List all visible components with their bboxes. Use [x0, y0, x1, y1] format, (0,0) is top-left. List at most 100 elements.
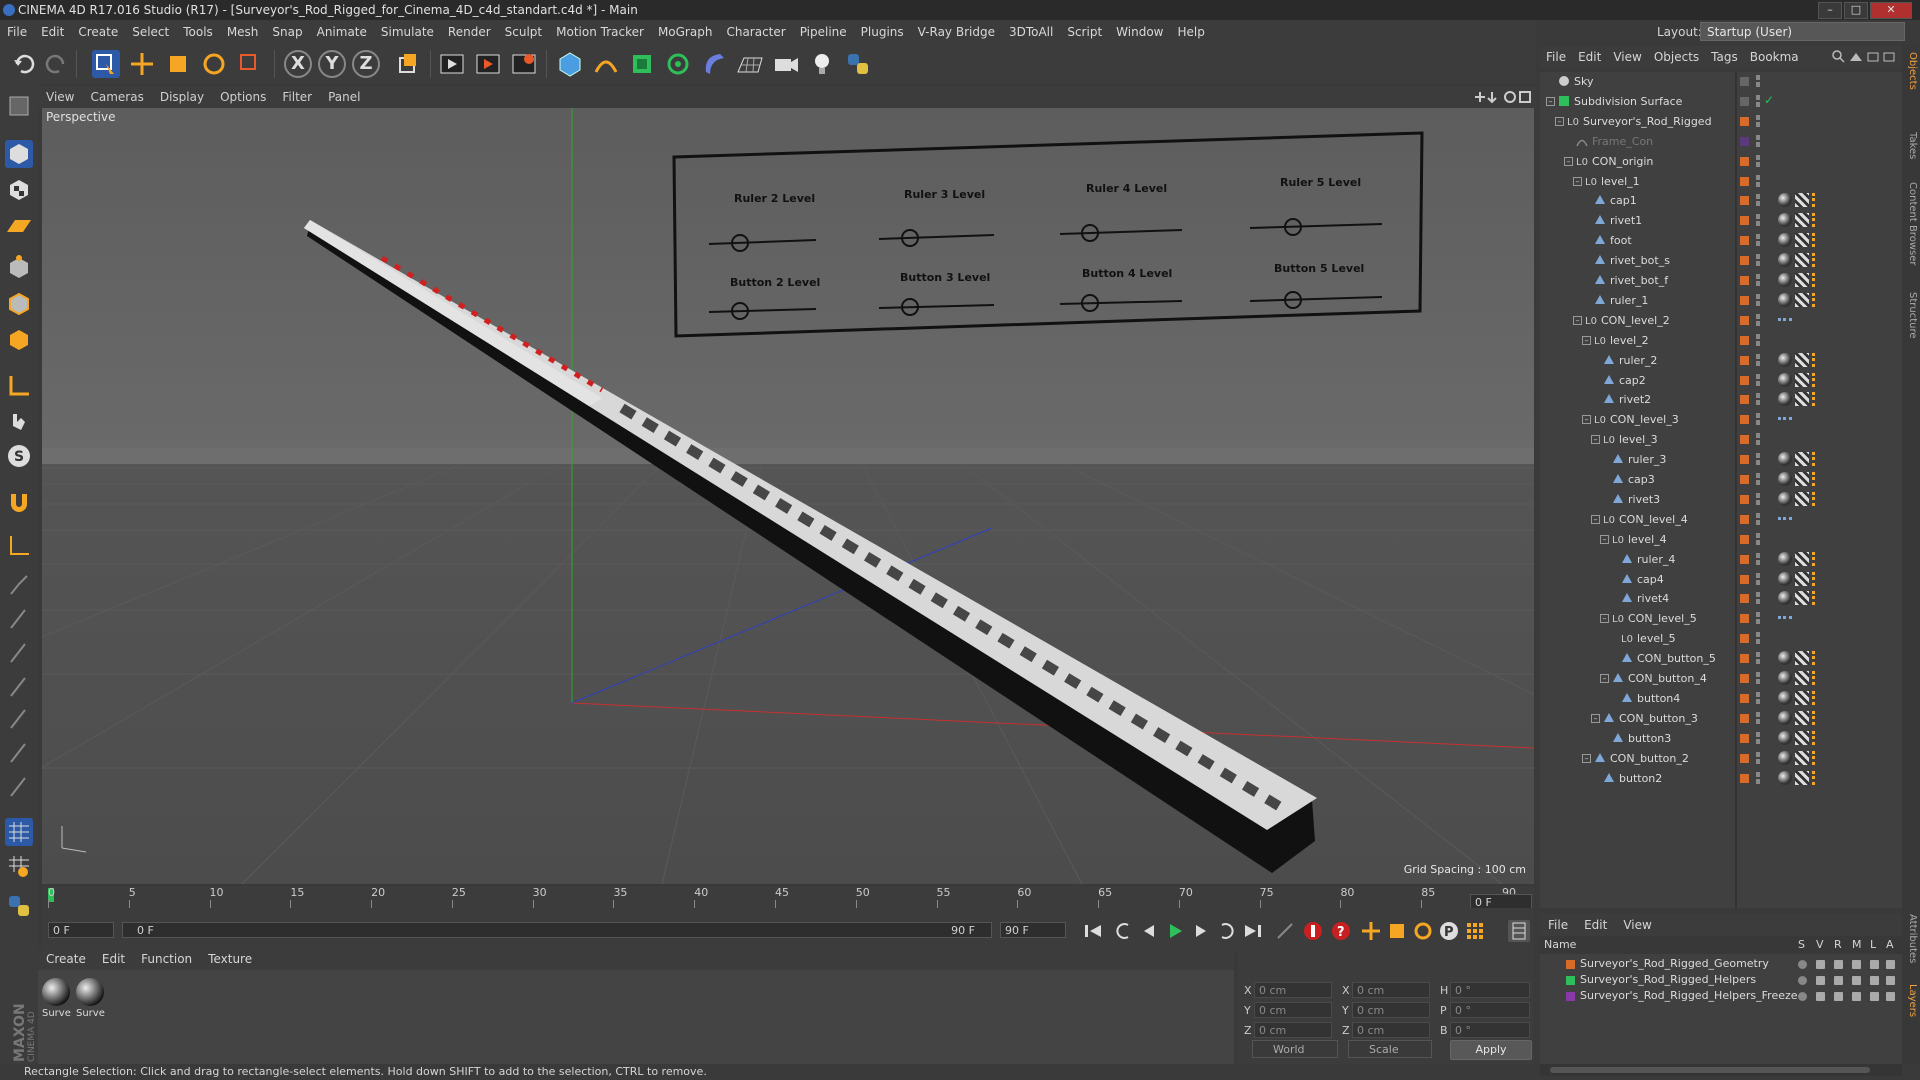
- object-tags[interactable]: [1778, 730, 1829, 747]
- constraint-tag-icon[interactable]: [1812, 372, 1826, 387]
- layer-color-swatch[interactable]: [1740, 116, 1749, 126]
- layer-color-swatch[interactable]: [1740, 753, 1749, 763]
- layer-color-swatch[interactable]: [1566, 960, 1575, 969]
- constraint-tag-icon[interactable]: [1812, 710, 1826, 725]
- preview-range-slider[interactable]: 0 F 90 F: [122, 922, 992, 938]
- tree-collapse-icon[interactable]: –: [1600, 674, 1609, 683]
- viewport-menu-panel[interactable]: Panel: [320, 86, 368, 108]
- joint-tool-icon[interactable]: [5, 570, 33, 598]
- subdivision-surface-icon[interactable]: [628, 50, 656, 78]
- object-tags[interactable]: [1778, 313, 1795, 329]
- texture-tag-icon[interactable]: [1795, 472, 1809, 486]
- material-tag-icon[interactable]: [1778, 193, 1792, 208]
- parameter-key-icon[interactable]: P: [1438, 920, 1460, 942]
- keyframe-selection-icon[interactable]: ?: [1330, 920, 1352, 942]
- material-tag-icon[interactable]: [1778, 551, 1792, 566]
- menu-v-ray-bridge[interactable]: V-Ray Bridge: [911, 20, 1002, 44]
- layer-color-swatch[interactable]: [1740, 614, 1749, 624]
- visibility-dots-icon[interactable]: [1756, 572, 1760, 585]
- array-icon[interactable]: [664, 50, 692, 78]
- grid-lock-icon[interactable]: [5, 818, 33, 846]
- texture-tag-icon[interactable]: [1795, 253, 1809, 268]
- texture-tag-icon[interactable]: [1795, 551, 1809, 566]
- object-row[interactable]: rivet_bot_s: [1540, 251, 1902, 271]
- object-manager-nav-icons[interactable]: [1832, 49, 1898, 65]
- visibility-dots-icon[interactable]: [1756, 373, 1760, 386]
- object-row[interactable]: – L0 CON_level_5: [1540, 609, 1902, 629]
- texture-tag-icon[interactable]: [1795, 372, 1809, 387]
- visibility-dots-icon[interactable]: [1756, 114, 1760, 127]
- xpresso-tag-icon[interactable]: [1778, 616, 1792, 630]
- material-tag-icon[interactable]: [1778, 292, 1792, 307]
- coord-value-field[interactable]: 0 °: [1450, 1002, 1530, 1018]
- material-tag-icon[interactable]: [1778, 591, 1792, 606]
- layer-color-swatch[interactable]: [1740, 176, 1749, 186]
- object-row[interactable]: – CON_button_2: [1540, 749, 1902, 769]
- material-tag-icon[interactable]: [1778, 571, 1792, 586]
- visibility-dots-icon[interactable]: [1756, 592, 1760, 605]
- coord-value-field[interactable]: 0 cm: [1352, 1002, 1430, 1018]
- layer-color-swatch[interactable]: [1740, 773, 1749, 783]
- record-keys-icon[interactable]: [1274, 920, 1296, 942]
- object-menu-view[interactable]: View: [1607, 46, 1647, 68]
- visibility-dots-icon[interactable]: [1756, 453, 1760, 466]
- constraint-tag-icon[interactable]: [1812, 591, 1826, 606]
- object-row[interactable]: – L0 CON_origin: [1540, 152, 1902, 172]
- goto-end-icon[interactable]: [1242, 920, 1264, 942]
- object-tags[interactable]: [1778, 611, 1795, 627]
- material-tag-icon[interactable]: [1778, 233, 1792, 248]
- autokey-icon[interactable]: [1302, 920, 1324, 942]
- z-axis-lock-button[interactable]: Z: [352, 50, 380, 78]
- layout-dropdown[interactable]: Startup (User): [1700, 22, 1905, 41]
- visibility-dots-icon[interactable]: [1756, 413, 1760, 426]
- layer-menu-file[interactable]: File: [1540, 914, 1576, 936]
- timeline-ruler[interactable]: 0 5 10 15 20 25 30 35 40 45 50 55 60 65 70 75 80 85 90: [42, 886, 1534, 908]
- object-tags[interactable]: [1778, 193, 1829, 209]
- object-row[interactable]: Frame_Con: [1540, 132, 1902, 152]
- menu-plugins[interactable]: Plugins: [854, 20, 911, 44]
- points-mode-icon[interactable]: [5, 254, 33, 282]
- tree-collapse-icon[interactable]: –: [1573, 315, 1582, 325]
- menu-script[interactable]: Script: [1060, 20, 1109, 44]
- apply-button[interactable]: Apply: [1450, 1040, 1532, 1060]
- tree-collapse-icon[interactable]: –: [1555, 116, 1564, 126]
- object-menu-file[interactable]: File: [1540, 46, 1572, 68]
- brush-s-icon[interactable]: [5, 672, 33, 700]
- layer-color-swatch[interactable]: [1566, 992, 1575, 1001]
- material-tag-icon[interactable]: [1778, 472, 1792, 486]
- object-tags[interactable]: [1778, 571, 1829, 588]
- tree-collapse-icon[interactable]: –: [1573, 176, 1582, 186]
- object-tags[interactable]: [1778, 392, 1829, 408]
- layer-color-swatch[interactable]: [1740, 415, 1749, 425]
- material-tag-icon[interactable]: [1778, 452, 1792, 467]
- texture-tag-icon[interactable]: [1795, 392, 1809, 407]
- menu-help[interactable]: Help: [1170, 20, 1211, 44]
- brush-a-icon[interactable]: [5, 738, 33, 766]
- python-icon[interactable]: [844, 50, 872, 78]
- constraint-tag-icon[interactable]: [1812, 472, 1826, 486]
- layer-menu-view[interactable]: View: [1615, 914, 1659, 936]
- layer-manager-icon[interactable]: [1852, 992, 1861, 1001]
- object-tags[interactable]: [1778, 273, 1829, 289]
- layer-animation-icon[interactable]: [1886, 992, 1895, 1001]
- constraint-tag-icon[interactable]: [1812, 551, 1826, 566]
- brush-m-icon[interactable]: [5, 772, 33, 800]
- material-tag-icon[interactable]: [1778, 690, 1792, 705]
- constraint-tag-icon[interactable]: [1812, 690, 1826, 705]
- dock-tab-content-browser[interactable]: Content Browser: [1904, 182, 1918, 265]
- visibility-dots-icon[interactable]: [1756, 532, 1760, 545]
- menu-snap[interactable]: Snap: [265, 20, 309, 44]
- layer-color-swatch[interactable]: [1740, 295, 1749, 305]
- material-tag-icon[interactable]: [1778, 710, 1792, 725]
- object-row[interactable]: rivet2: [1540, 390, 1902, 410]
- layer-color-swatch[interactable]: [1740, 455, 1749, 465]
- constraint-tag-icon[interactable]: [1812, 233, 1826, 248]
- menu-character[interactable]: Character: [719, 20, 792, 44]
- layer-color-swatch[interactable]: [1740, 196, 1749, 206]
- material-tag-icon[interactable]: [1778, 253, 1792, 268]
- material-tag-icon[interactable]: [1778, 651, 1792, 666]
- object-row[interactable]: cap4: [1540, 570, 1902, 590]
- workplane-grid-icon[interactable]: [5, 852, 33, 880]
- maximize-button[interactable]: □: [1844, 2, 1868, 19]
- visibility-dots-icon[interactable]: [1756, 353, 1760, 366]
